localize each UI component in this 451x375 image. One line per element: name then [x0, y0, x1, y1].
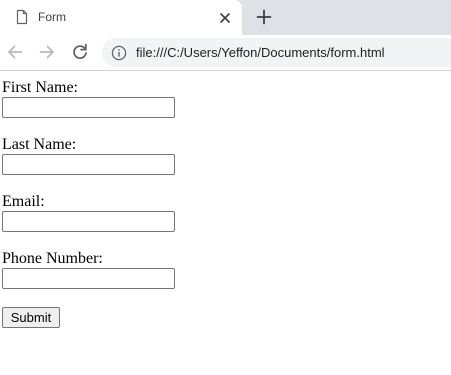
address-bar[interactable]: file:///C:/Users/Yeffon/Documents/form.h…	[102, 38, 451, 67]
url-text: file:///C:/Users/Yeffon/Documents/form.h…	[136, 45, 385, 60]
tab-strip: Form	[0, 0, 451, 35]
page-content: First Name: Last Name: Email: Phone Numb…	[0, 71, 451, 375]
email-input[interactable]	[2, 211, 175, 232]
last-name-input[interactable]	[2, 154, 175, 175]
phone-number-input[interactable]	[2, 268, 175, 289]
first-name-input[interactable]	[2, 97, 175, 118]
submit-button[interactable]: Submit	[2, 307, 60, 328]
email-label: Email:	[2, 193, 45, 210]
arrow-left-icon[interactable]	[5, 42, 25, 62]
reload-icon[interactable]	[70, 42, 90, 62]
last-name-label: Last Name:	[2, 136, 77, 153]
close-icon[interactable]	[216, 9, 234, 27]
browser-toolbar: file:///C:/Users/Yeffon/Documents/form.h…	[0, 35, 451, 71]
info-icon[interactable]	[111, 45, 127, 61]
tab-title: Form	[38, 10, 66, 24]
browser-tab[interactable]: Form	[0, 0, 242, 35]
plus-icon[interactable]	[253, 6, 275, 28]
first-name-label: First Name:	[2, 79, 78, 96]
document-icon	[16, 9, 28, 25]
phone-number-label: Phone Number:	[2, 250, 103, 267]
arrow-right-icon[interactable]	[37, 42, 57, 62]
